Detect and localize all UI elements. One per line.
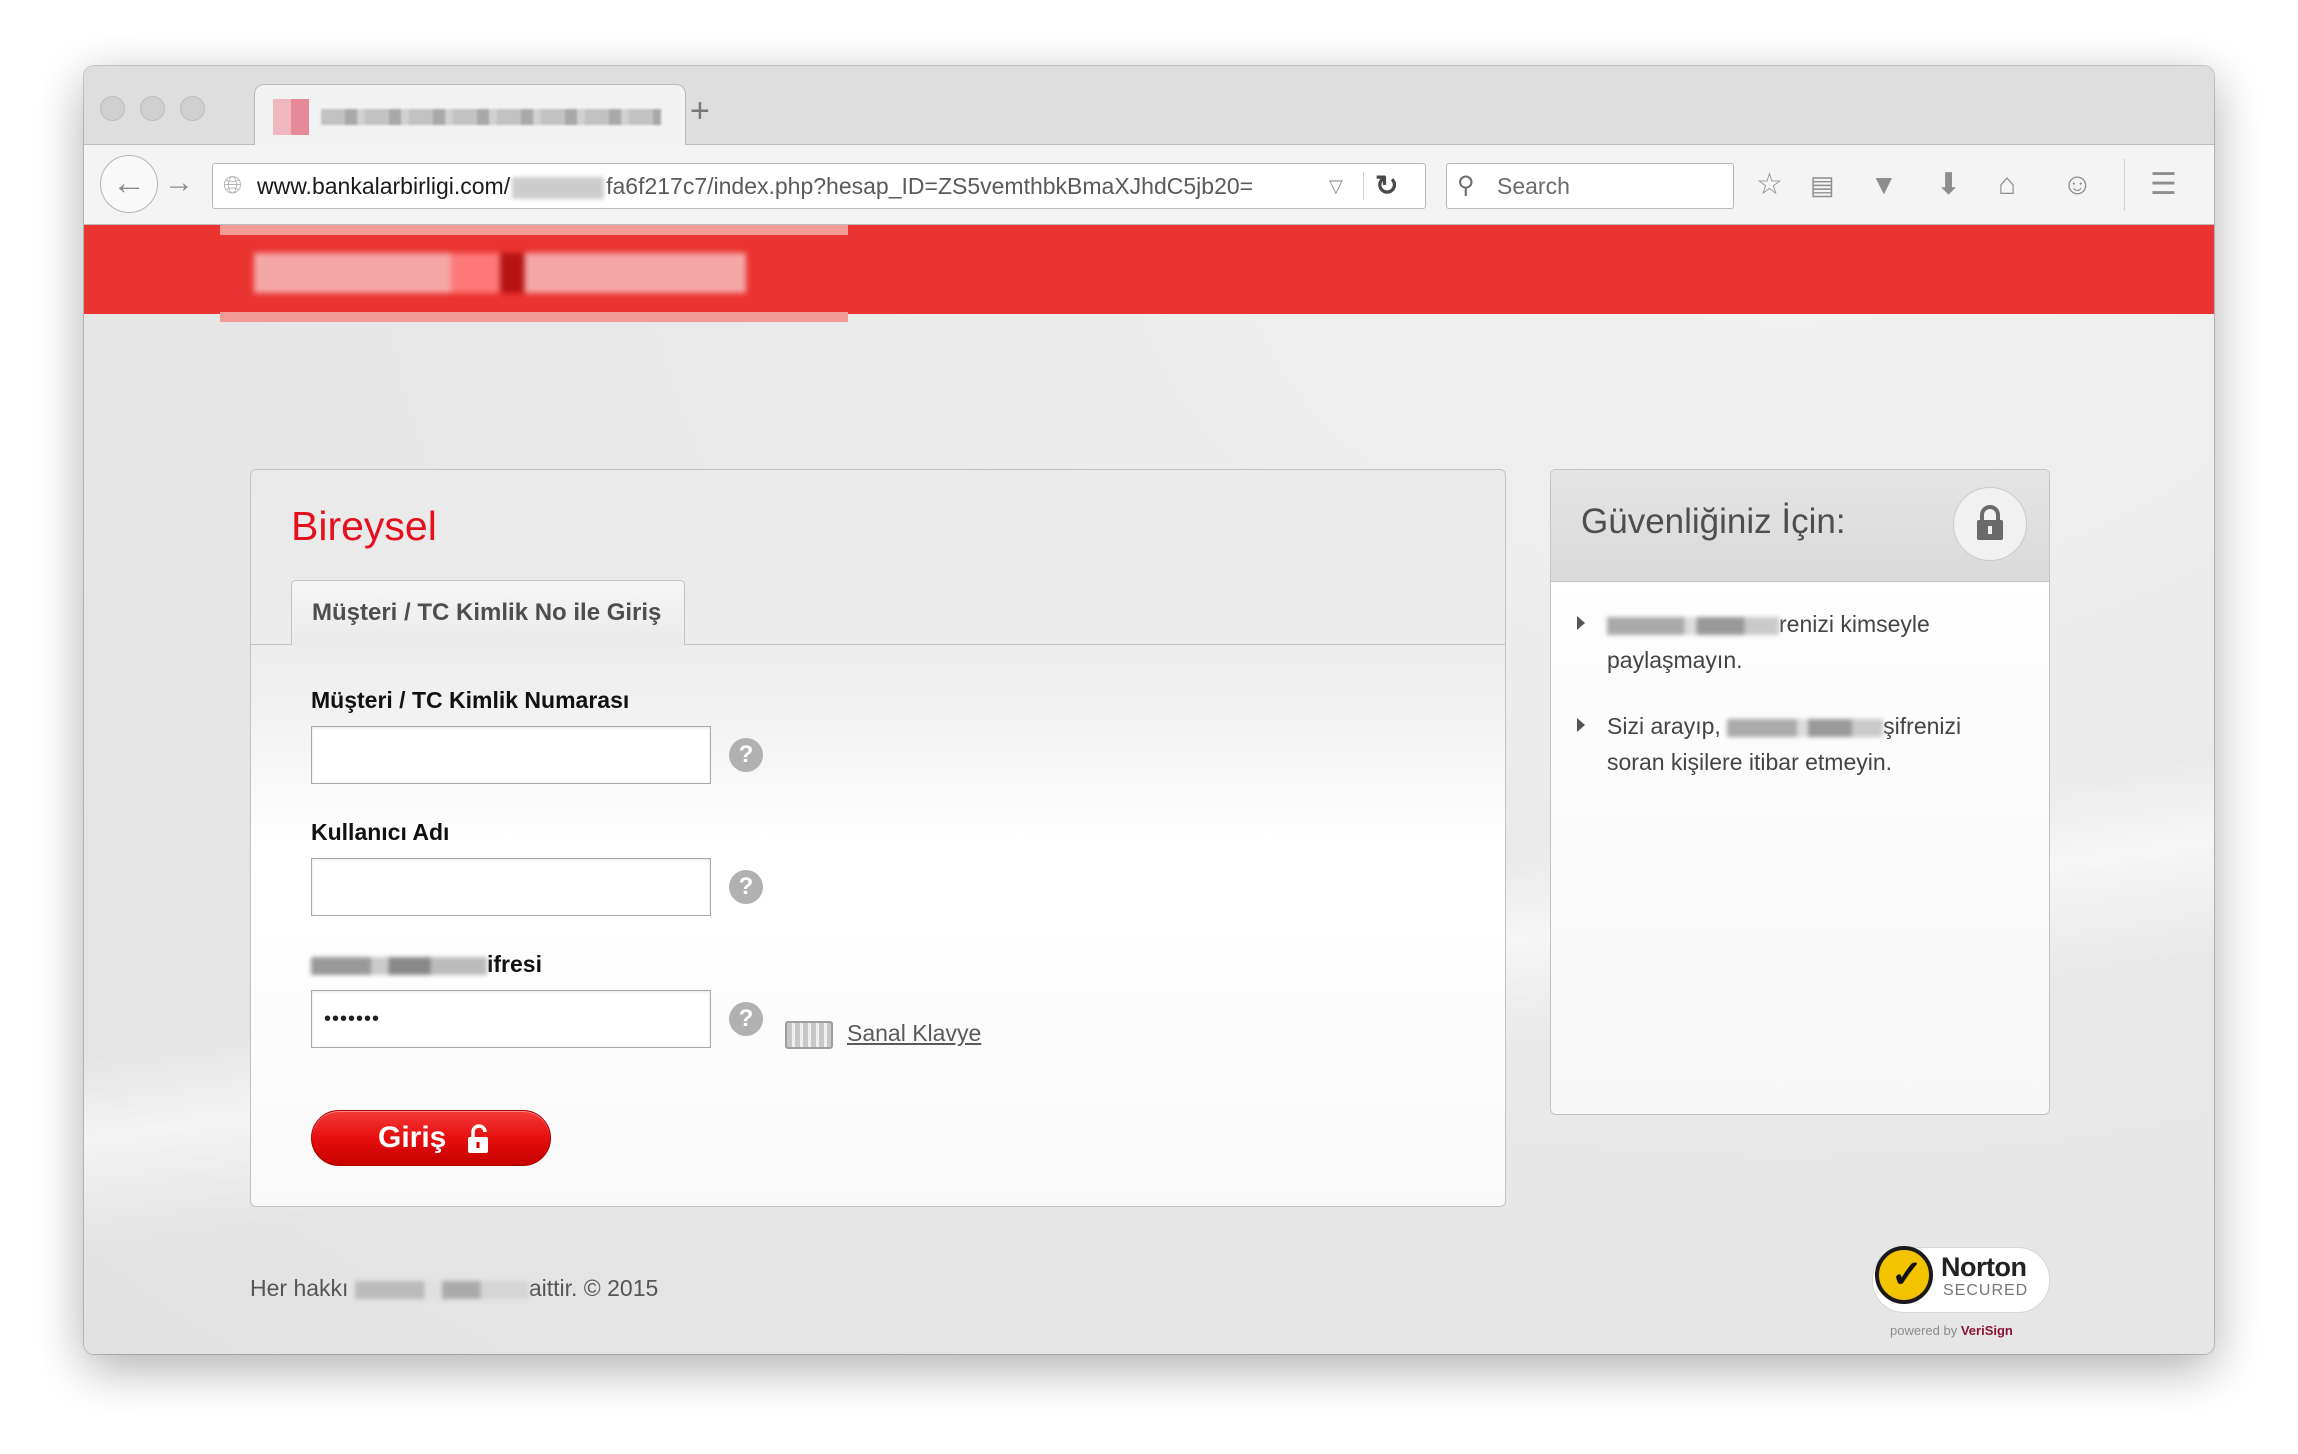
tip2-prefix: Sizi arayıp, xyxy=(1607,713,1721,739)
footer-prefix: Her hakkı xyxy=(250,1275,349,1301)
url-text[interactable]: www.bankalarbirligi.com/fa6f217c7/index.… xyxy=(257,164,1253,208)
norton-badge: ✓ Norton SECURED xyxy=(1872,1246,2050,1313)
footer-suffix: aittir. © 2015 xyxy=(528,1275,659,1301)
tab-label: Müşteri / TC Kimlik No ile Giriş xyxy=(312,599,662,626)
lock-icon xyxy=(1977,505,2003,540)
help-icon[interactable]: ? xyxy=(729,870,763,904)
security-tip: renizi kimseyle paylaşmayın. xyxy=(1577,606,2017,678)
home-icon[interactable]: ⌂ xyxy=(1998,163,2016,207)
reload-icon[interactable]: ↻ xyxy=(1375,164,1398,208)
tab-bar: + xyxy=(84,66,2214,146)
dropdown-icon[interactable]: ▽ xyxy=(1329,164,1343,208)
logo-redacted xyxy=(254,253,746,293)
browser-window: + ← → 🌐︎ www.bankalarbirligi.com/fa6f217… xyxy=(84,66,2214,1354)
tip2-line2: soran kişilere itibar etmeyin. xyxy=(1607,749,1893,775)
login-button-label: Giriş xyxy=(378,1121,447,1154)
customer-id-label: Müşteri / TC Kimlik Numarası xyxy=(311,687,630,713)
bullet-arrow-icon xyxy=(1577,616,1585,630)
username-label: Kullanıcı Adı xyxy=(311,819,450,845)
tab-title xyxy=(321,109,661,125)
close-window-button[interactable] xyxy=(100,96,125,121)
menu-icon[interactable]: ☰ xyxy=(2150,163,2177,207)
norton-check-icon: ✓ xyxy=(1875,1246,1933,1304)
navigation-bar: ← → 🌐︎ www.bankalarbirligi.com/fa6f217c7… xyxy=(84,145,2214,225)
tab-customer-login[interactable]: Müşteri / TC Kimlik No ile Giriş xyxy=(291,580,685,645)
security-panel: Güvenliğiniz İçin: renizi kimseyle payla… xyxy=(1550,469,2050,1115)
reading-list-icon[interactable]: ▤ xyxy=(1810,163,1835,207)
password-label: ifresi xyxy=(311,950,542,978)
toolbar-divider xyxy=(2124,159,2125,211)
help-icon[interactable]: ? xyxy=(729,1002,763,1036)
bullet-arrow-icon xyxy=(1577,718,1585,732)
tip-redacted xyxy=(1727,718,1884,737)
virtual-keyboard-link[interactable]: Sanal Klavye xyxy=(847,1018,981,1048)
tip-redacted xyxy=(1607,616,1779,635)
url-bar[interactable]: 🌐︎ www.bankalarbirligi.com/fa6f217c7/ind… xyxy=(212,163,1426,209)
back-arrow-icon: ← xyxy=(112,164,146,202)
tip1-line2: paylaşmayın. xyxy=(1607,647,1743,673)
powered-text: powered by xyxy=(1890,1323,1958,1338)
back-button[interactable]: ← xyxy=(100,155,158,213)
norton-name: Norton xyxy=(1941,1252,2027,1282)
chat-icon[interactable]: ☺ xyxy=(2062,163,2093,207)
password-label-suffix: ifresi xyxy=(487,951,542,977)
panel-title: Bireysel xyxy=(291,503,437,549)
security-panel-header: Güvenliğiniz İçin: xyxy=(1551,470,2049,582)
minimize-window-button[interactable] xyxy=(140,96,165,121)
forward-button[interactable]: → xyxy=(164,165,194,201)
browser-tab[interactable] xyxy=(254,84,686,146)
norton-sub: SECURED xyxy=(1943,1282,2029,1299)
new-tab-button[interactable]: + xyxy=(690,94,710,128)
username-input[interactable] xyxy=(311,858,711,916)
tip2-suffix: şifrenizi xyxy=(1883,713,1962,739)
tip1-text: renizi kimseyle xyxy=(1779,611,1930,637)
search-box[interactable]: ⚲ Search xyxy=(1446,163,1734,209)
powered-by: powered by VeriSign xyxy=(1890,1323,2013,1339)
page-content: Bireysel Müşteri / TC Kimlik No ile Giri… xyxy=(84,225,2214,1354)
globe-icon: 🌐︎ xyxy=(223,172,243,199)
forward-arrow-icon: → xyxy=(164,166,194,199)
pocket-icon[interactable]: ▼ xyxy=(1870,163,1898,207)
url-host: www.bankalarbirligi.com/ xyxy=(257,173,511,199)
download-icon[interactable]: ⬇︎ xyxy=(1936,163,1961,207)
login-button[interactable]: Giriş xyxy=(311,1110,551,1166)
url-divider xyxy=(1363,172,1364,200)
url-path: fa6f217c7/index.php?hesap_ID=ZS5vemthbkB… xyxy=(606,173,1254,199)
search-icon: ⚲ xyxy=(1457,172,1475,199)
help-icon[interactable]: ? xyxy=(729,738,763,772)
security-tip: Sizi arayıp, şifrenizi soran kişilere it… xyxy=(1577,708,2017,780)
site-logo[interactable] xyxy=(220,225,848,322)
copyright-footer: Her hakkı aittir. © 2015 xyxy=(250,1273,658,1303)
url-redacted xyxy=(512,176,605,199)
zoom-window-button[interactable] xyxy=(180,96,205,121)
keyboard-icon[interactable] xyxy=(785,1021,833,1049)
security-title: Güvenliğiniz İçin: xyxy=(1581,502,1846,541)
favicon-icon xyxy=(273,99,309,135)
password-input[interactable]: ••••••• xyxy=(311,990,711,1048)
norton-seal[interactable]: ✓ Norton SECURED powered by VeriSign xyxy=(1872,1246,2052,1343)
password-label-redacted xyxy=(311,956,487,975)
lock-badge xyxy=(1953,487,2027,561)
customer-id-input[interactable] xyxy=(311,726,711,784)
login-panel: Bireysel Müşteri / TC Kimlik No ile Giri… xyxy=(250,469,1506,1207)
verisign-text: VeriSign xyxy=(1960,1323,2013,1338)
bookmark-star-icon[interactable]: ☆ xyxy=(1756,163,1783,207)
search-placeholder: Search xyxy=(1497,173,1570,199)
footer-redacted xyxy=(354,1280,529,1299)
unlock-icon xyxy=(468,1124,488,1153)
